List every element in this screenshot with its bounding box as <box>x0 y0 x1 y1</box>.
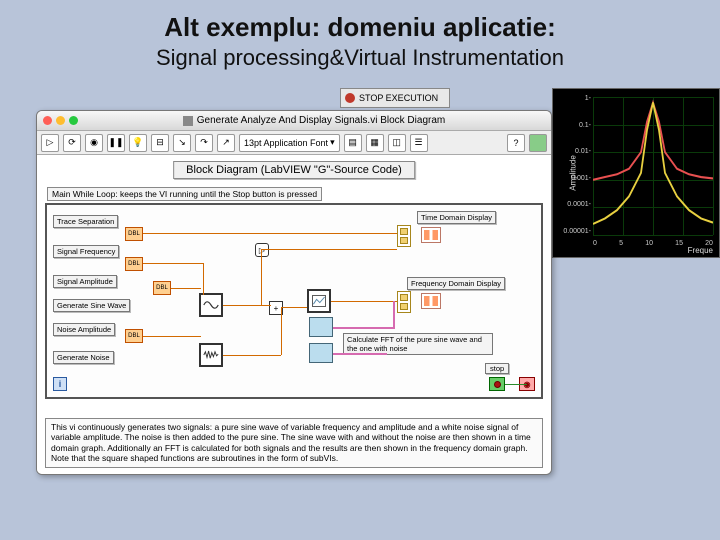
chart-xlabel: Freque <box>688 246 713 255</box>
sine-subvi[interactable] <box>199 293 223 317</box>
vi-icon-button[interactable] <box>529 134 547 152</box>
chart-yticks: 1- 0.1- 0.01- 0.001- 0.0001- 0.00001- <box>561 95 591 235</box>
display-subvi[interactable] <box>307 289 331 313</box>
bundle-freq[interactable] <box>397 291 411 313</box>
bundle-time[interactable] <box>397 225 411 247</box>
time-domain-graph-terminal[interactable] <box>421 227 441 243</box>
control-generate-noise[interactable]: Generate Noise <box>53 351 114 364</box>
toolbar: ▷ ⟳ ◉ ❚❚ 💡 ⊟ ↘ ↷ ↗ 13pt Application Font… <box>37 131 551 155</box>
titlebar[interactable]: Generate Analyze And Display Signals.vi … <box>37 111 551 131</box>
diagram-header: Block Diagram (LabVIEW "G"-Source Code) <box>173 161 415 179</box>
frequency-chart: Amplitude 1- 0.1- 0.01- 0.001- 0.0001- 0… <box>552 88 720 258</box>
stop-execution-button[interactable]: STOP EXECUTION <box>340 88 450 108</box>
loop-comment: Main While Loop: keeps the VI running un… <box>47 187 322 201</box>
control-signal-frequency[interactable]: Signal Frequency <box>53 245 119 258</box>
terminal-trace-sep[interactable]: DBL <box>125 227 143 241</box>
terminal-noise-amp[interactable]: DBL <box>125 329 143 343</box>
fft-comment: Calculate FFT of the pure sine wave and … <box>343 333 493 355</box>
retain-button[interactable]: ⊟ <box>151 134 169 152</box>
step-out-button[interactable]: ↗ <box>217 134 235 152</box>
align-button[interactable]: ▤ <box>344 134 362 152</box>
block-diagram-window: Generate Analyze And Display Signals.vi … <box>36 110 552 475</box>
fft-node-2[interactable] <box>309 343 333 363</box>
terminal-sig-freq[interactable]: DBL <box>125 257 143 271</box>
stop-button-terminal[interactable] <box>489 377 505 391</box>
block-diagram-canvas[interactable]: Block Diagram (LabVIEW "G"-Source Code) … <box>37 155 551 474</box>
fft-node-1[interactable] <box>309 317 333 337</box>
help-button[interactable]: ? <box>507 134 525 152</box>
description-text: This vi continuously generates two signa… <box>45 418 543 469</box>
step-into-button[interactable]: ↘ <box>173 134 191 152</box>
font-dropdown[interactable]: 13pt Application Font ▾ <box>239 134 340 152</box>
stop-icon <box>345 93 355 103</box>
resize-button[interactable]: ◫ <box>388 134 406 152</box>
slide-subtitle: Signal processing&Virtual Instrumentatio… <box>0 45 720 71</box>
control-trace-separation[interactable]: Trace Separation <box>53 215 118 228</box>
stop-execution-label: STOP EXECUTION <box>359 93 438 103</box>
highlight-button[interactable]: 💡 <box>129 134 147 152</box>
control-generate-sine[interactable]: Generate Sine Wave <box>53 299 130 312</box>
step-over-button[interactable]: ↷ <box>195 134 213 152</box>
pause-button[interactable]: ❚❚ <box>107 134 125 152</box>
abort-button[interactable]: ◉ <box>85 134 103 152</box>
slide-title: Alt exemplu: domeniu aplicatie: <box>0 0 720 43</box>
noise-subvi[interactable] <box>199 343 223 367</box>
reorder-button[interactable]: ☰ <box>410 134 428 152</box>
window-controls[interactable] <box>43 116 78 125</box>
zoom-icon[interactable] <box>69 116 78 125</box>
add-node[interactable]: ▷ <box>255 243 269 257</box>
minimize-icon[interactable] <box>56 116 65 125</box>
vi-icon <box>183 116 193 126</box>
terminal-sig-amp[interactable]: DBL <box>153 281 171 295</box>
while-loop[interactable]: Trace Separation DBL Signal Frequency DB… <box>45 203 543 399</box>
freq-domain-graph-terminal[interactable] <box>421 293 441 309</box>
chart-plot-area <box>593 97 713 235</box>
indicator-freq-domain-label: Frequency Domain Display <box>407 277 505 290</box>
close-icon[interactable] <box>43 116 52 125</box>
chevron-down-icon: ▾ <box>330 137 335 148</box>
window-title: Generate Analyze And Display Signals.vi … <box>197 115 445 126</box>
run-button[interactable]: ▷ <box>41 134 59 152</box>
indicator-time-domain-label: Time Domain Display <box>417 211 496 224</box>
stop-button-label: stop <box>485 363 509 374</box>
iteration-terminal: i <box>53 377 67 391</box>
control-signal-amplitude[interactable]: Signal Amplitude <box>53 275 117 288</box>
run-continuous-button[interactable]: ⟳ <box>63 134 81 152</box>
control-noise-amplitude[interactable]: Noise Amplitude <box>53 323 115 336</box>
distribute-button[interactable]: ▦ <box>366 134 384 152</box>
